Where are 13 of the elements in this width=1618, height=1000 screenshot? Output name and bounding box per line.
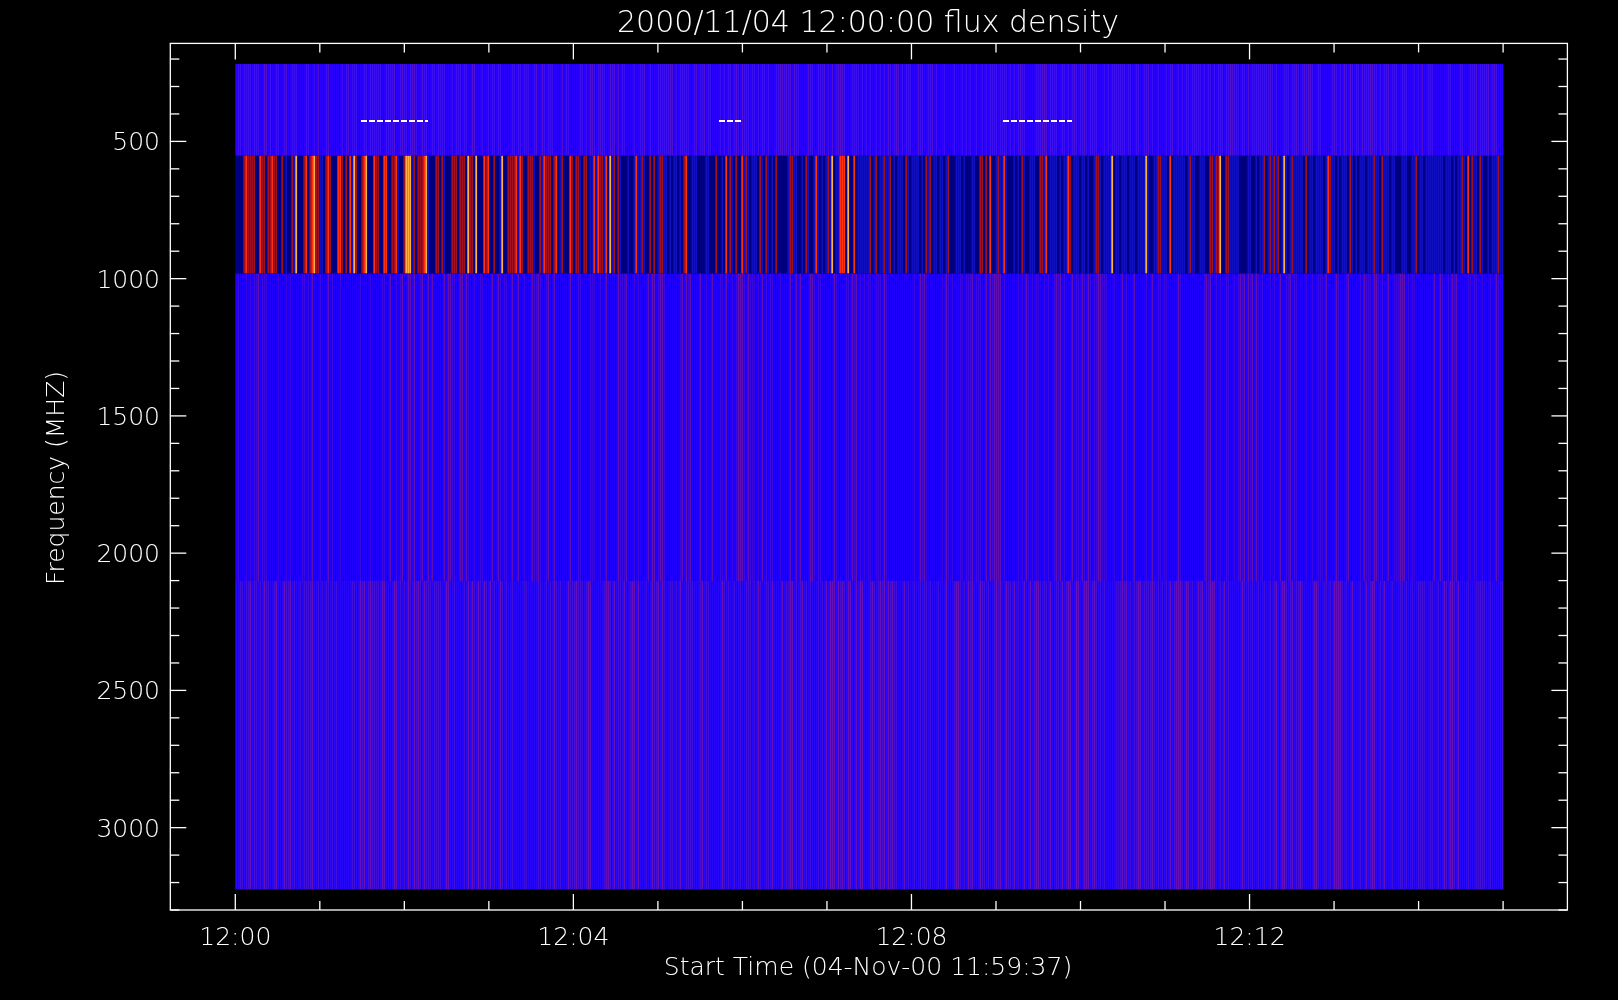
tick-label: 500 — [112, 127, 160, 157]
tick-label: 12:12 — [1213, 922, 1286, 951]
tick-label: 1000 — [96, 264, 160, 294]
axis-label: Start Time (04-Nov-00 11:59:37) — [663, 952, 1073, 981]
tick-label: 3000 — [96, 813, 160, 843]
chart-title: 2000/11/04 12:00:00 flux density — [617, 4, 1119, 39]
tick-label: 12:00 — [199, 922, 272, 951]
axis-label: Frequency (MHZ) — [41, 370, 70, 586]
tick-label: 1500 — [96, 401, 160, 431]
tick-label: 12:08 — [875, 922, 948, 951]
tick-label: 2500 — [96, 676, 160, 706]
tick-label: 2000 — [96, 539, 160, 569]
tick-label: 12:04 — [537, 922, 610, 951]
